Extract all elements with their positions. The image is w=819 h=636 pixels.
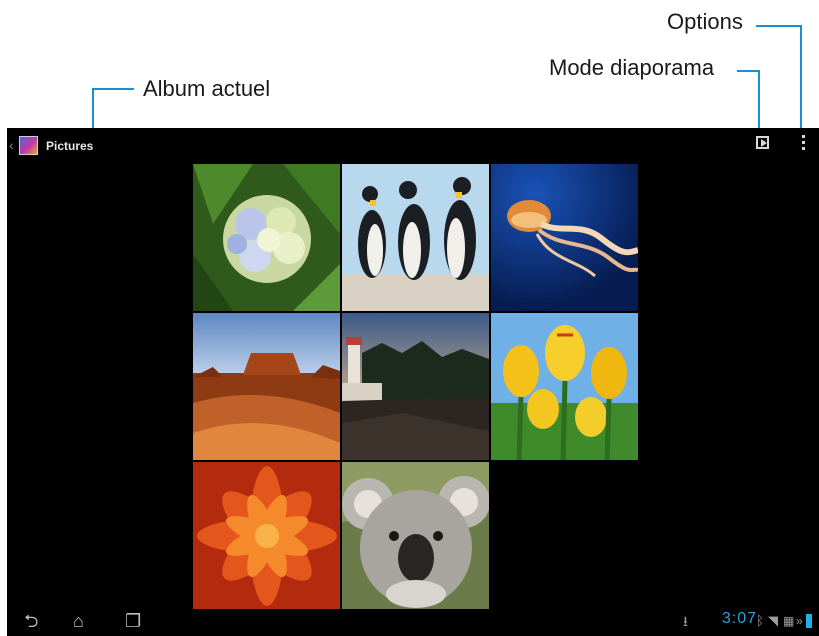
home-icon[interactable]: ⌂ bbox=[73, 612, 84, 630]
photo-tulips[interactable] bbox=[491, 313, 638, 460]
battery-icon bbox=[806, 614, 812, 628]
photo-koala[interactable] bbox=[342, 462, 489, 609]
callout-slideshow-line-h bbox=[737, 70, 760, 72]
wifi-icon: ◥ bbox=[768, 613, 778, 628]
action-bar: ‹ Pictures bbox=[7, 128, 819, 162]
back-icon[interactable]: ⮌ bbox=[24, 612, 38, 630]
callout-options-line-h bbox=[756, 25, 802, 27]
up-caret-icon[interactable]: ‹ bbox=[9, 137, 14, 153]
photo-hydrangea[interactable] bbox=[193, 164, 340, 311]
download-notification-icon[interactable]: ⭳ bbox=[683, 612, 688, 630]
photo-chrysanthemum[interactable] bbox=[193, 462, 340, 609]
album-title[interactable]: Pictures bbox=[46, 139, 93, 153]
callout-slideshow-mode: Mode diaporama bbox=[549, 55, 715, 80]
photo-lighthouse[interactable] bbox=[342, 313, 489, 460]
photo-grid bbox=[193, 164, 638, 609]
gallery-screen: ‹ Pictures ⮌ ⌂ ❐ ⭳ 3:07 ᛒ ◥ ▦ » bbox=[7, 128, 819, 636]
callout-album-line-h bbox=[92, 88, 134, 90]
photo-desert[interactable] bbox=[193, 313, 340, 460]
recent-apps-icon[interactable]: ❐ bbox=[125, 612, 141, 630]
gallery-app-icon[interactable] bbox=[19, 136, 38, 155]
overflow-menu-icon[interactable] bbox=[800, 135, 806, 153]
clock: 3:07 bbox=[721, 610, 757, 627]
callout-options: Options bbox=[667, 9, 743, 34]
keyboard-icon: ▦ bbox=[783, 614, 795, 628]
callout-options-line-v bbox=[800, 25, 802, 133]
slideshow-icon[interactable] bbox=[756, 136, 769, 149]
bluetooth-icon: ᛒ bbox=[756, 613, 764, 628]
navigation-bar: ⮌ ⌂ ❐ ⭳ 3:07 ᛒ ◥ ▦ » bbox=[7, 608, 819, 636]
callout-album-line-v bbox=[92, 88, 94, 133]
callout-slideshow-line-v bbox=[758, 70, 760, 133]
photo-penguins[interactable] bbox=[342, 164, 489, 311]
callout-current-album: Album actuel bbox=[143, 76, 271, 101]
chevron-icon: » bbox=[796, 614, 803, 628]
photo-jellyfish[interactable] bbox=[491, 164, 638, 311]
